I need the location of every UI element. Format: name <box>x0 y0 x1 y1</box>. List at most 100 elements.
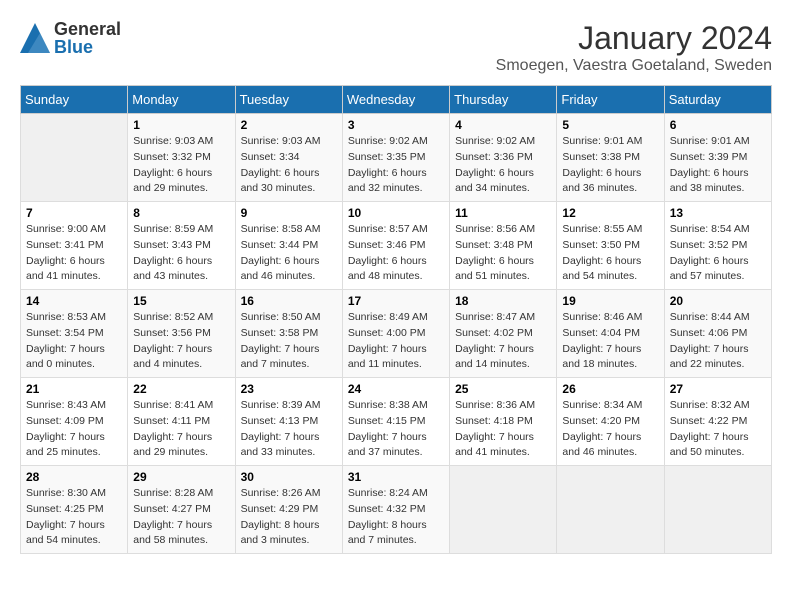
day-cell: 27 Sunrise: 8:32 AMSunset: 4:22 PMDaylig… <box>664 378 771 466</box>
col-header-sunday: Sunday <box>21 86 128 114</box>
day-number: 25 <box>455 382 551 396</box>
day-number: 6 <box>670 118 766 132</box>
day-number: 27 <box>670 382 766 396</box>
day-info: Sunrise: 8:43 AMSunset: 4:09 PMDaylight:… <box>26 398 122 461</box>
day-cell <box>21 114 128 202</box>
day-info: Sunrise: 9:02 AMSunset: 3:35 PMDaylight:… <box>348 134 444 197</box>
day-info: Sunrise: 8:41 AMSunset: 4:11 PMDaylight:… <box>133 398 229 461</box>
day-cell <box>664 466 771 554</box>
day-info: Sunrise: 9:01 AMSunset: 3:39 PMDaylight:… <box>670 134 766 197</box>
day-number: 21 <box>26 382 122 396</box>
page-header: General Blue January 2024 Smoegen, Vaest… <box>20 20 772 75</box>
day-number: 20 <box>670 294 766 308</box>
week-row-1: 1 Sunrise: 9:03 AMSunset: 3:32 PMDayligh… <box>21 114 772 202</box>
day-cell: 8 Sunrise: 8:59 AMSunset: 3:43 PMDayligh… <box>128 202 235 290</box>
day-cell: 28 Sunrise: 8:30 AMSunset: 4:25 PMDaylig… <box>21 466 128 554</box>
day-info: Sunrise: 8:44 AMSunset: 4:06 PMDaylight:… <box>670 310 766 373</box>
day-info: Sunrise: 8:58 AMSunset: 3:44 PMDaylight:… <box>241 222 337 285</box>
day-info: Sunrise: 8:52 AMSunset: 3:56 PMDaylight:… <box>133 310 229 373</box>
day-number: 17 <box>348 294 444 308</box>
day-cell: 10 Sunrise: 8:57 AMSunset: 3:46 PMDaylig… <box>342 202 449 290</box>
day-cell: 7 Sunrise: 9:00 AMSunset: 3:41 PMDayligh… <box>21 202 128 290</box>
logo-general-text: General <box>54 20 121 38</box>
day-info: Sunrise: 9:02 AMSunset: 3:36 PMDaylight:… <box>455 134 551 197</box>
week-row-2: 7 Sunrise: 9:00 AMSunset: 3:41 PMDayligh… <box>21 202 772 290</box>
day-info: Sunrise: 8:55 AMSunset: 3:50 PMDaylight:… <box>562 222 658 285</box>
day-number: 12 <box>562 206 658 220</box>
day-number: 26 <box>562 382 658 396</box>
day-number: 10 <box>348 206 444 220</box>
day-number: 1 <box>133 118 229 132</box>
day-info: Sunrise: 9:03 AMSunset: 3:34Daylight: 6 … <box>241 134 337 197</box>
day-info: Sunrise: 8:34 AMSunset: 4:20 PMDaylight:… <box>562 398 658 461</box>
header-row: SundayMondayTuesdayWednesdayThursdayFrid… <box>21 86 772 114</box>
day-cell: 12 Sunrise: 8:55 AMSunset: 3:50 PMDaylig… <box>557 202 664 290</box>
day-info: Sunrise: 9:00 AMSunset: 3:41 PMDaylight:… <box>26 222 122 285</box>
day-info: Sunrise: 9:03 AMSunset: 3:32 PMDaylight:… <box>133 134 229 197</box>
col-header-wednesday: Wednesday <box>342 86 449 114</box>
day-number: 31 <box>348 470 444 484</box>
day-number: 7 <box>26 206 122 220</box>
col-header-thursday: Thursday <box>450 86 557 114</box>
day-number: 30 <box>241 470 337 484</box>
logo: General Blue <box>20 20 121 56</box>
col-header-monday: Monday <box>128 86 235 114</box>
title-block: January 2024 Smoegen, Vaestra Goetaland,… <box>496 20 772 75</box>
day-cell: 9 Sunrise: 8:58 AMSunset: 3:44 PMDayligh… <box>235 202 342 290</box>
week-row-5: 28 Sunrise: 8:30 AMSunset: 4:25 PMDaylig… <box>21 466 772 554</box>
day-number: 24 <box>348 382 444 396</box>
day-info: Sunrise: 8:54 AMSunset: 3:52 PMDaylight:… <box>670 222 766 285</box>
day-info: Sunrise: 8:39 AMSunset: 4:13 PMDaylight:… <box>241 398 337 461</box>
day-number: 15 <box>133 294 229 308</box>
day-info: Sunrise: 8:38 AMSunset: 4:15 PMDaylight:… <box>348 398 444 461</box>
day-info: Sunrise: 8:36 AMSunset: 4:18 PMDaylight:… <box>455 398 551 461</box>
day-cell <box>557 466 664 554</box>
day-number: 8 <box>133 206 229 220</box>
day-cell: 18 Sunrise: 8:47 AMSunset: 4:02 PMDaylig… <box>450 290 557 378</box>
day-info: Sunrise: 8:46 AMSunset: 4:04 PMDaylight:… <box>562 310 658 373</box>
day-number: 22 <box>133 382 229 396</box>
day-cell: 5 Sunrise: 9:01 AMSunset: 3:38 PMDayligh… <box>557 114 664 202</box>
location-subtitle: Smoegen, Vaestra Goetaland, Sweden <box>496 57 772 75</box>
day-cell: 23 Sunrise: 8:39 AMSunset: 4:13 PMDaylig… <box>235 378 342 466</box>
day-cell: 15 Sunrise: 8:52 AMSunset: 3:56 PMDaylig… <box>128 290 235 378</box>
week-row-4: 21 Sunrise: 8:43 AMSunset: 4:09 PMDaylig… <box>21 378 772 466</box>
day-number: 4 <box>455 118 551 132</box>
day-info: Sunrise: 8:47 AMSunset: 4:02 PMDaylight:… <box>455 310 551 373</box>
day-info: Sunrise: 8:49 AMSunset: 4:00 PMDaylight:… <box>348 310 444 373</box>
day-info: Sunrise: 8:59 AMSunset: 3:43 PMDaylight:… <box>133 222 229 285</box>
day-info: Sunrise: 8:26 AMSunset: 4:29 PMDaylight:… <box>241 486 337 549</box>
day-info: Sunrise: 8:24 AMSunset: 4:32 PMDaylight:… <box>348 486 444 549</box>
day-cell: 13 Sunrise: 8:54 AMSunset: 3:52 PMDaylig… <box>664 202 771 290</box>
logo-icon <box>20 23 50 53</box>
day-cell: 14 Sunrise: 8:53 AMSunset: 3:54 PMDaylig… <box>21 290 128 378</box>
day-cell: 3 Sunrise: 9:02 AMSunset: 3:35 PMDayligh… <box>342 114 449 202</box>
day-number: 9 <box>241 206 337 220</box>
day-cell: 22 Sunrise: 8:41 AMSunset: 4:11 PMDaylig… <box>128 378 235 466</box>
day-cell: 24 Sunrise: 8:38 AMSunset: 4:15 PMDaylig… <box>342 378 449 466</box>
day-cell: 2 Sunrise: 9:03 AMSunset: 3:34Daylight: … <box>235 114 342 202</box>
day-number: 19 <box>562 294 658 308</box>
day-cell: 4 Sunrise: 9:02 AMSunset: 3:36 PMDayligh… <box>450 114 557 202</box>
day-info: Sunrise: 8:50 AMSunset: 3:58 PMDaylight:… <box>241 310 337 373</box>
month-title: January 2024 <box>496 20 772 57</box>
day-number: 28 <box>26 470 122 484</box>
day-info: Sunrise: 8:56 AMSunset: 3:48 PMDaylight:… <box>455 222 551 285</box>
day-number: 18 <box>455 294 551 308</box>
week-row-3: 14 Sunrise: 8:53 AMSunset: 3:54 PMDaylig… <box>21 290 772 378</box>
day-cell: 16 Sunrise: 8:50 AMSunset: 3:58 PMDaylig… <box>235 290 342 378</box>
day-cell: 31 Sunrise: 8:24 AMSunset: 4:32 PMDaylig… <box>342 466 449 554</box>
day-cell: 21 Sunrise: 8:43 AMSunset: 4:09 PMDaylig… <box>21 378 128 466</box>
day-info: Sunrise: 8:32 AMSunset: 4:22 PMDaylight:… <box>670 398 766 461</box>
col-header-friday: Friday <box>557 86 664 114</box>
col-header-tuesday: Tuesday <box>235 86 342 114</box>
day-cell: 20 Sunrise: 8:44 AMSunset: 4:06 PMDaylig… <box>664 290 771 378</box>
day-number: 11 <box>455 206 551 220</box>
day-info: Sunrise: 8:30 AMSunset: 4:25 PMDaylight:… <box>26 486 122 549</box>
day-cell: 11 Sunrise: 8:56 AMSunset: 3:48 PMDaylig… <box>450 202 557 290</box>
day-cell: 6 Sunrise: 9:01 AMSunset: 3:39 PMDayligh… <box>664 114 771 202</box>
day-cell: 25 Sunrise: 8:36 AMSunset: 4:18 PMDaylig… <box>450 378 557 466</box>
col-header-saturday: Saturday <box>664 86 771 114</box>
day-number: 2 <box>241 118 337 132</box>
day-number: 13 <box>670 206 766 220</box>
